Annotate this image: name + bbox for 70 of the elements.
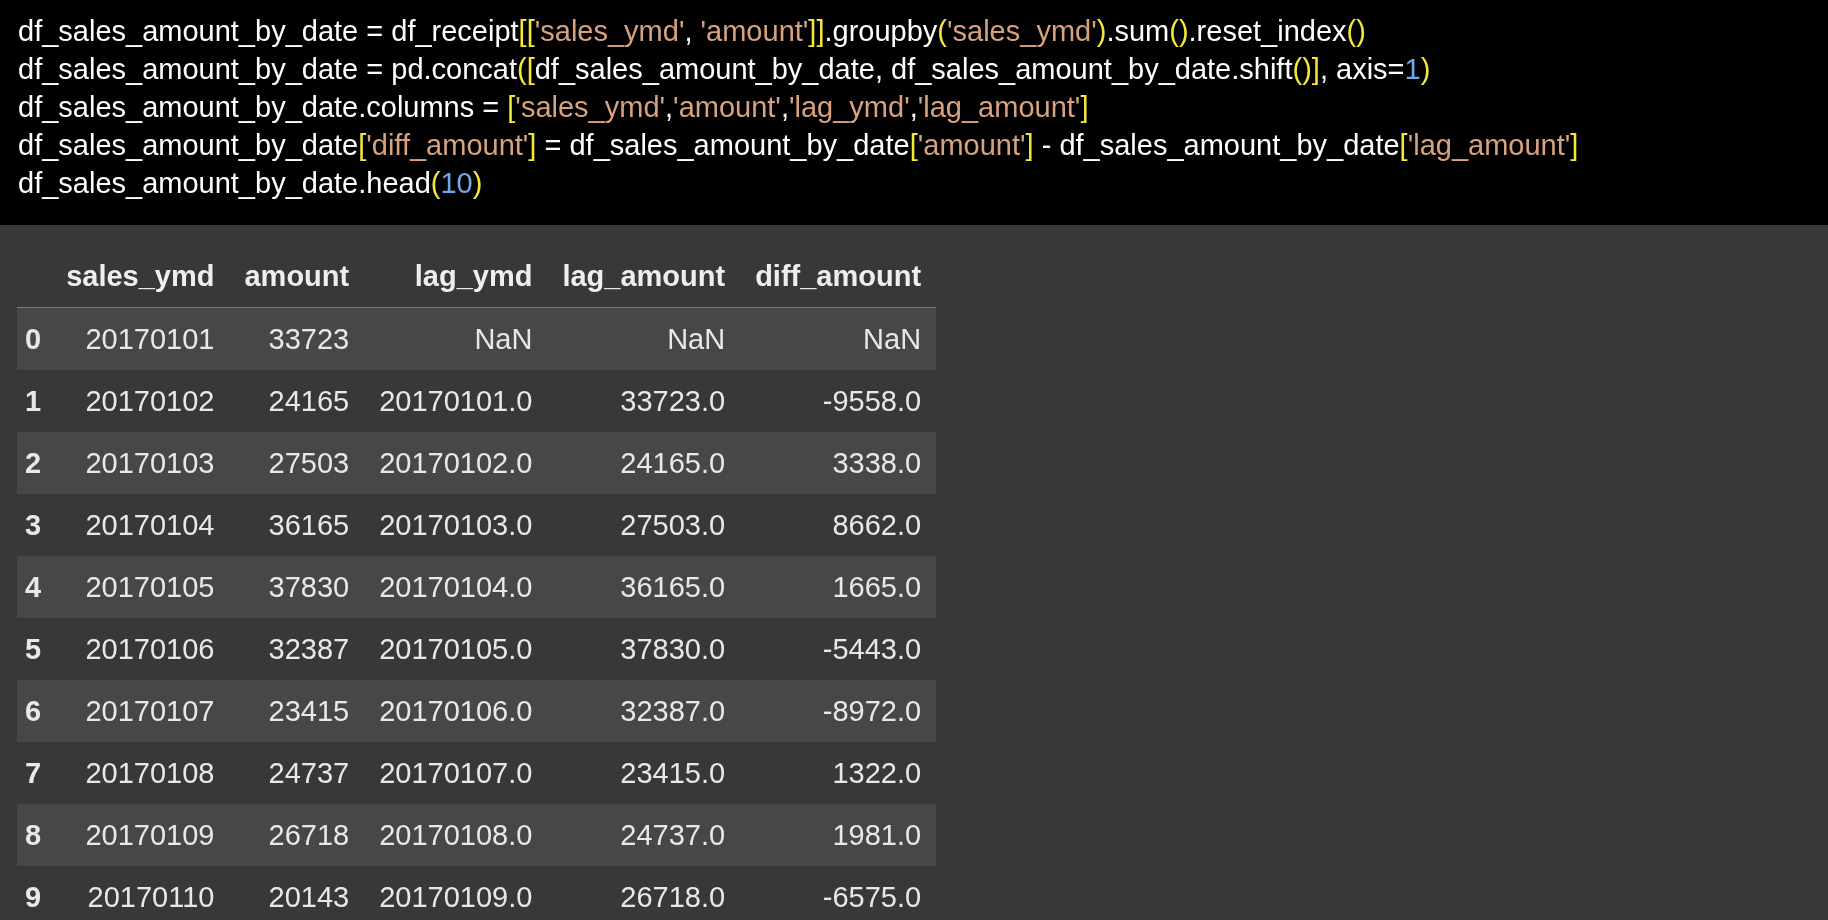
table-cell: 20170108.0 bbox=[364, 804, 548, 866]
table-cell: 26718 bbox=[229, 804, 365, 866]
row-index: 7 bbox=[17, 742, 52, 804]
table-cell: 20170110 bbox=[51, 866, 230, 920]
table-cell: 20170106.0 bbox=[364, 680, 548, 742]
table-cell: 37830 bbox=[229, 556, 365, 618]
table-cell: -5443.0 bbox=[740, 618, 937, 680]
table-cell: 20170106 bbox=[51, 618, 230, 680]
table-cell: 20170101.0 bbox=[364, 370, 548, 432]
code-line: df_sales_amount_by_date['diff_amount'] = df_sales_amount_by_date['amount'] - df_sales_amount_by_date['lag_amount'] bbox=[18, 128, 1580, 163]
table-cell: -9558.0 bbox=[740, 370, 937, 432]
table-cell: 20170107 bbox=[51, 680, 230, 742]
table-cell: 20170109 bbox=[51, 804, 230, 866]
table-cell: 20170109.0 bbox=[364, 866, 548, 920]
table-cell: NaN bbox=[547, 307, 741, 370]
row-index: 5 bbox=[17, 618, 52, 680]
table-cell: -6575.0 bbox=[740, 866, 937, 920]
table-cell: 20170101 bbox=[51, 307, 230, 370]
table-cell: 26718.0 bbox=[547, 866, 741, 920]
table-cell: NaN bbox=[740, 307, 937, 370]
table-cell: -8972.0 bbox=[740, 680, 937, 742]
column-header: sales_ymd bbox=[51, 245, 230, 308]
column-header: lag_ymd bbox=[364, 245, 548, 308]
table-cell: 33723 bbox=[229, 307, 365, 370]
table-cell: 20170105 bbox=[51, 556, 230, 618]
table-cell: 20170105.0 bbox=[364, 618, 548, 680]
column-header: diff_amount bbox=[740, 245, 937, 308]
table-cell: 36165 bbox=[229, 494, 365, 556]
row-index: 3 bbox=[17, 494, 52, 556]
table-cell: 36165.0 bbox=[547, 556, 741, 618]
column-header: lag_amount bbox=[547, 245, 741, 308]
table-cell: 20170103 bbox=[51, 432, 230, 494]
table-cell: 8662.0 bbox=[740, 494, 937, 556]
row-index: 1 bbox=[17, 370, 52, 432]
table-cell: 3338.0 bbox=[740, 432, 937, 494]
table-cell: 1665.0 bbox=[740, 556, 937, 618]
table-cell: 27503 bbox=[229, 432, 365, 494]
table-cell: 20170102 bbox=[51, 370, 230, 432]
table-cell: 20170104.0 bbox=[364, 556, 548, 618]
table-cell: NaN bbox=[364, 307, 548, 370]
table-cell: 20170107.0 bbox=[364, 742, 548, 804]
table-cell: 24737.0 bbox=[547, 804, 741, 866]
table-cell: 37830.0 bbox=[547, 618, 741, 680]
table-cell: 32387.0 bbox=[547, 680, 741, 742]
table-cell: 20170102.0 bbox=[364, 432, 548, 494]
table-cell: 20170103.0 bbox=[364, 494, 548, 556]
row-index: 4 bbox=[17, 556, 52, 618]
table-cell: 24165 bbox=[229, 370, 365, 432]
column-header: amount bbox=[229, 245, 365, 308]
table-cell: 20143 bbox=[229, 866, 365, 920]
table-cell: 24737 bbox=[229, 742, 365, 804]
table-cell: 33723.0 bbox=[547, 370, 741, 432]
table-cell: 23415.0 bbox=[547, 742, 741, 804]
code-line: df_sales_amount_by_date = df_receipt[['sales_ymd', 'amount']].groupby('sales_ymd').sum().reset_index() bbox=[18, 14, 1367, 49]
row-index: 0 bbox=[17, 307, 52, 370]
row-index: 9 bbox=[17, 866, 52, 920]
row-index: 8 bbox=[17, 804, 52, 866]
table-cell: 27503.0 bbox=[547, 494, 741, 556]
table-cell: 23415 bbox=[229, 680, 365, 742]
row-index: 6 bbox=[17, 680, 52, 742]
code-line: df_sales_amount_by_date = pd.concat([df_sales_amount_by_date, df_sales_amount_by_date.shift()], axis=1) bbox=[18, 52, 1432, 87]
table-cell: 20170108 bbox=[51, 742, 230, 804]
row-index: 2 bbox=[17, 432, 52, 494]
table-cell: 20170104 bbox=[51, 494, 230, 556]
table-cell: 1322.0 bbox=[740, 742, 937, 804]
table-cell: 24165.0 bbox=[547, 432, 741, 494]
table-cell: 1981.0 bbox=[740, 804, 937, 866]
code-line: df_sales_amount_by_date.columns = ['sales_ymd','amount','lag_ymd','lag_amount'] bbox=[18, 90, 1090, 125]
code-line: df_sales_amount_by_date.head(10) bbox=[18, 166, 484, 201]
table-cell: 32387 bbox=[229, 618, 365, 680]
